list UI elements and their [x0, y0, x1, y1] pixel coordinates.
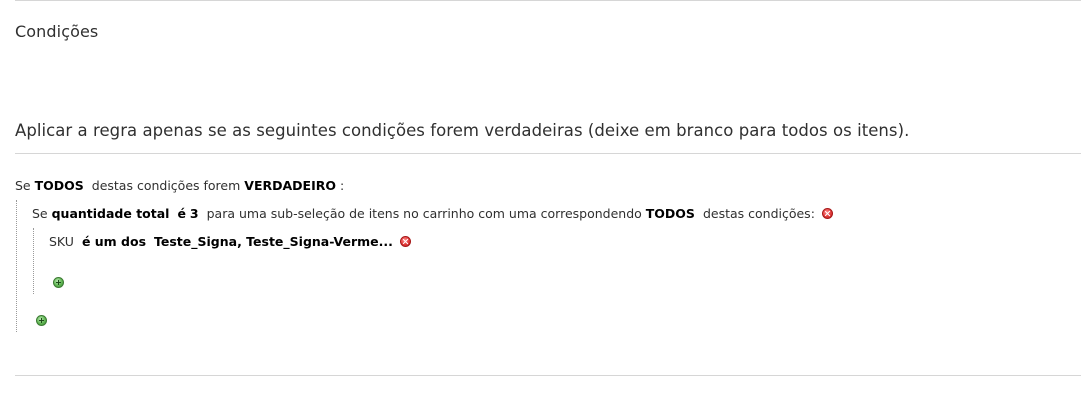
- bottom-divider: [15, 375, 1081, 376]
- subselect-value-param[interactable]: 3: [190, 206, 199, 221]
- conditions-section: Condições Aplicar a regra apenas se as s…: [0, 0, 1081, 400]
- remove-icon[interactable]: [399, 236, 411, 247]
- sku-operator-param[interactable]: é um dos: [82, 234, 146, 249]
- subselect-suffix: destas condições:: [702, 206, 815, 221]
- root-condition: Se TODOS destas condições forem VERDADEI…: [15, 178, 344, 194]
- sku-condition: SKU é um dos Teste_Signa, Teste_Signa-Ve…: [49, 234, 411, 250]
- root-condition-middle: destas condições forem: [91, 178, 241, 193]
- root-value-param[interactable]: VERDADEIRO: [244, 178, 336, 193]
- section-title: Condições: [15, 22, 99, 41]
- remove-icon[interactable]: [821, 208, 833, 219]
- subselect-attribute-param[interactable]: quantidade total: [52, 206, 170, 221]
- subselect-aggregator-param[interactable]: TODOS: [646, 206, 695, 221]
- legend-divider: [15, 153, 1081, 154]
- conditions-legend: Aplicar a regra apenas se as seguintes c…: [15, 121, 910, 140]
- root-aggregator-param[interactable]: TODOS: [35, 178, 84, 193]
- subselect-prefix: Se: [32, 206, 48, 221]
- root-condition-prefix: Se: [15, 178, 31, 193]
- add-icon[interactable]: [36, 315, 47, 326]
- sku-value-param[interactable]: Teste_Signa, Teste_Signa-Verme...: [154, 234, 393, 249]
- subselect-condition: Se quantidade total é 3 para uma sub-sel…: [32, 206, 833, 222]
- root-children-guide: [16, 200, 17, 332]
- subselect-operator-param[interactable]: é: [177, 206, 185, 221]
- sku-attribute-label: SKU: [49, 234, 74, 249]
- root-condition-suffix: :: [339, 178, 345, 193]
- add-icon[interactable]: [53, 277, 64, 288]
- subselect-middle: para uma sub-seleção de itens no carrinh…: [206, 206, 642, 221]
- subselect-children-guide: [33, 228, 34, 294]
- top-divider: [15, 0, 1081, 1]
